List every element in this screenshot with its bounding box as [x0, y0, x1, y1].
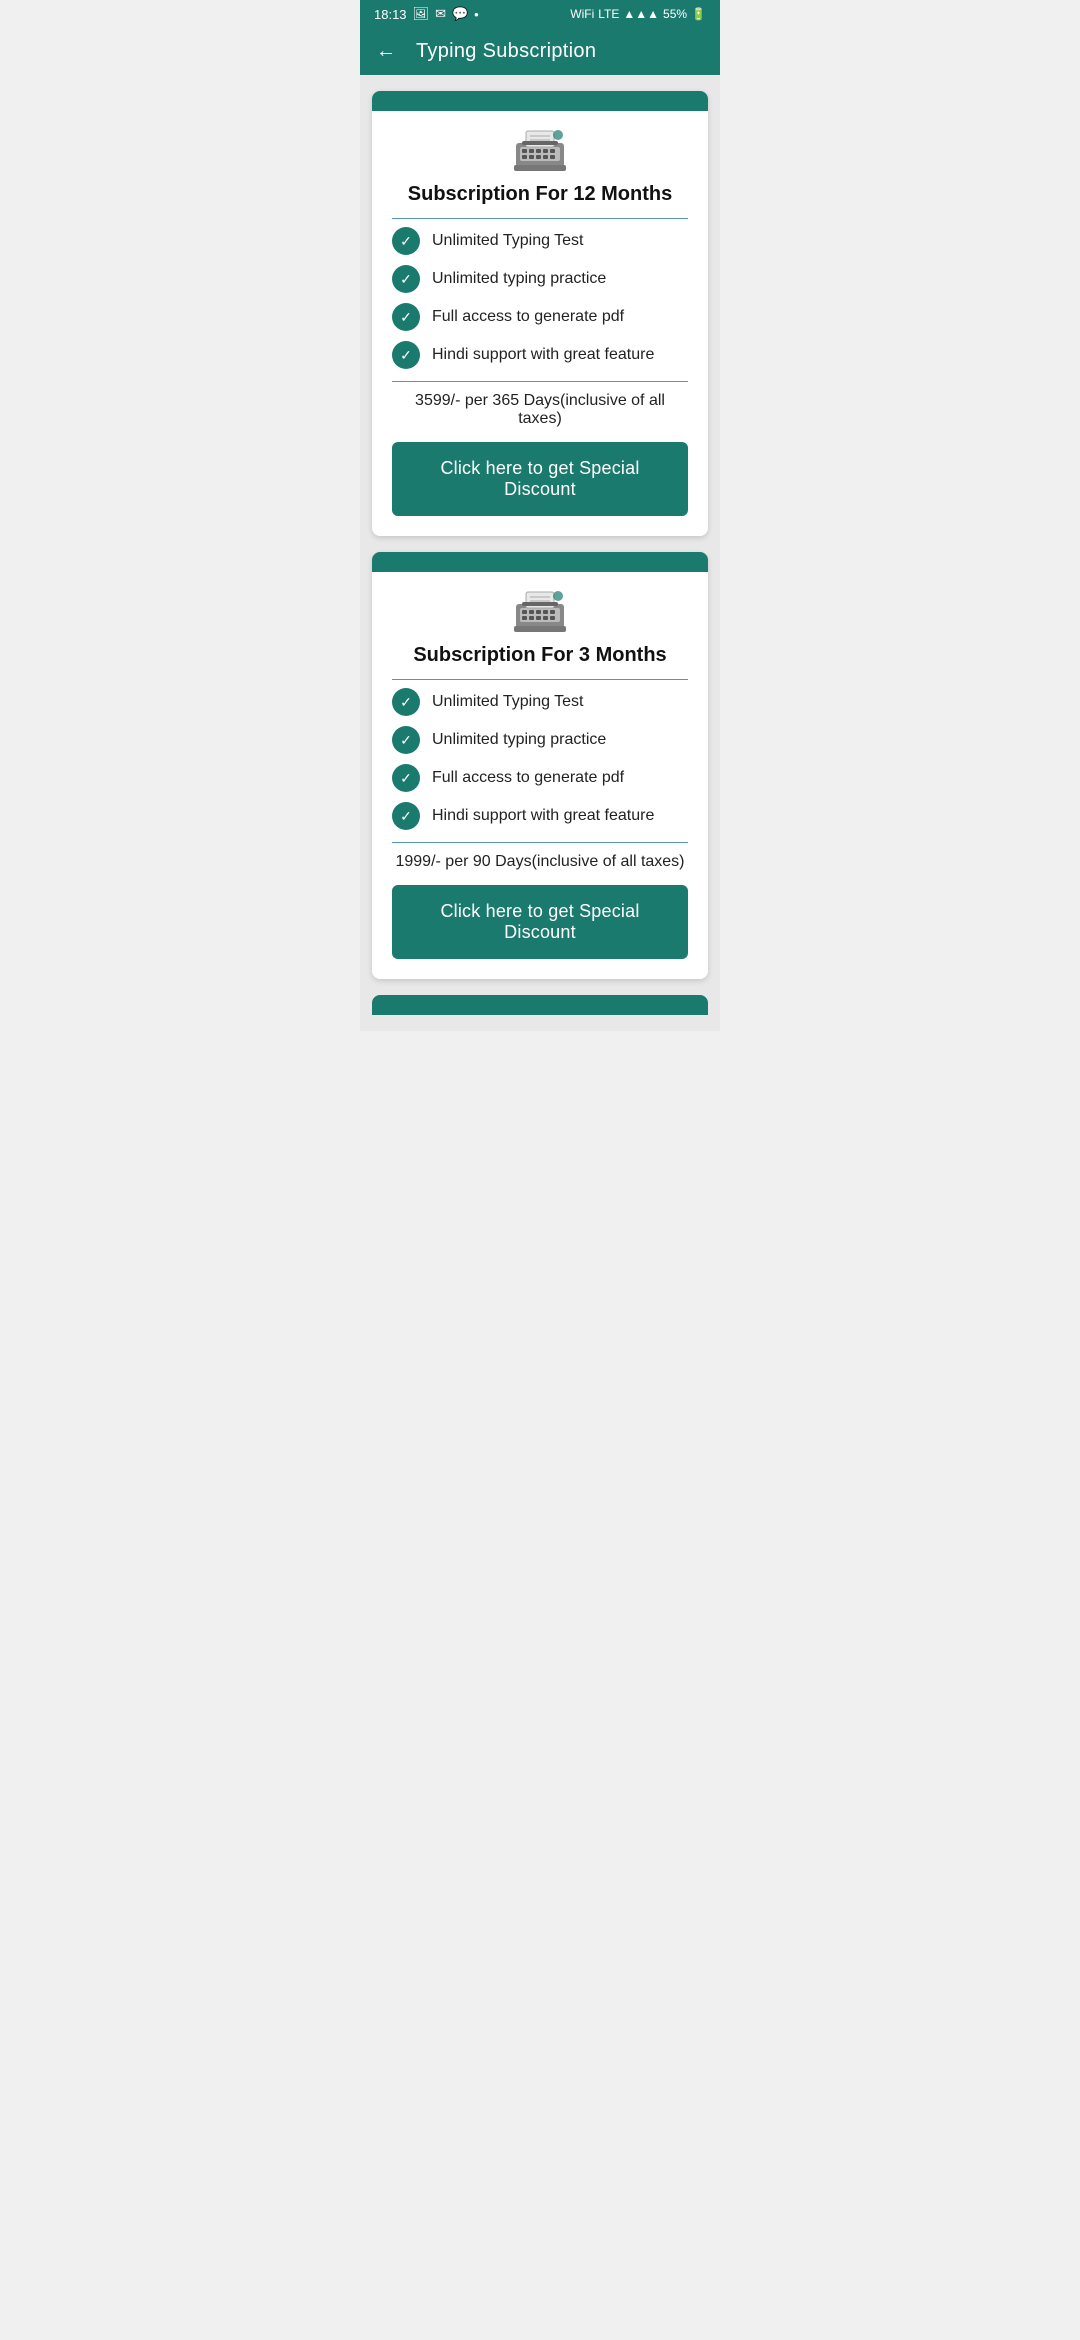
feature-item-1-4: ✓ Hindi support with great feature — [392, 341, 688, 369]
message-icon: 💬 — [452, 6, 468, 22]
feature-item-2-1: ✓ Unlimited Typing Test — [392, 688, 688, 716]
feature-item-1-3: ✓ Full access to generate pdf — [392, 303, 688, 331]
feature-item-1-2: ✓ Unlimited typing practice — [392, 265, 688, 293]
card-body-2: Subscription For 3 Months ✓ Unlimited Ty… — [372, 572, 708, 979]
page-title: Typing Subscription — [416, 40, 596, 63]
feature-item-1-1: ✓ Unlimited Typing Test — [392, 227, 688, 255]
back-button[interactable]: ← — [376, 40, 396, 63]
lte-icon: LTE — [598, 7, 619, 21]
check-icon-1-4: ✓ — [392, 341, 420, 369]
subscription-card-3months: Subscription For 3 Months ✓ Unlimited Ty… — [372, 552, 708, 979]
card-icon-1 — [392, 127, 688, 173]
feature-text-2-1: Unlimited Typing Test — [432, 693, 583, 711]
card-icon-2 — [392, 588, 688, 634]
card-header-bar-2 — [372, 552, 708, 572]
status-left: 18:13 🖼 ✉ 💬 • — [374, 6, 479, 22]
divider-bottom-1 — [392, 381, 688, 382]
feature-text-2-4: Hindi support with great feature — [432, 807, 654, 825]
price-text-1: 3599/- per 365 Days(inclusive of all tax… — [392, 392, 688, 428]
check-icon-2-2: ✓ — [392, 726, 420, 754]
subscription-card-12months: Subscription For 12 Months ✓ Unlimited T… — [372, 91, 708, 536]
feature-list-2: ✓ Unlimited Typing Test ✓ Unlimited typi… — [392, 688, 688, 830]
battery-display: 55% — [663, 7, 687, 21]
feature-text-1-3: Full access to generate pdf — [432, 308, 624, 326]
feature-text-1-4: Hindi support with great feature — [432, 346, 654, 364]
card-title-12months: Subscription For 12 Months — [392, 183, 688, 206]
status-right: WiFi LTE ▲▲▲ 55% 🔋 — [570, 7, 706, 21]
card-header-bar-3-peek — [372, 995, 708, 1015]
feature-item-2-3: ✓ Full access to generate pdf — [392, 764, 688, 792]
card-title-3months: Subscription For 3 Months — [392, 644, 688, 667]
card-header-bar-1 — [372, 91, 708, 111]
discount-button-2[interactable]: Click here to get Special Discount — [392, 885, 688, 959]
check-icon-2-4: ✓ — [392, 802, 420, 830]
card-body-1: Subscription For 12 Months ✓ Unlimited T… — [372, 111, 708, 536]
typewriter-icon-2 — [512, 588, 568, 634]
mail-icon: ✉ — [435, 6, 446, 22]
time-display: 18:13 — [374, 7, 407, 22]
feature-text-2-3: Full access to generate pdf — [432, 769, 624, 787]
divider-top-1 — [392, 218, 688, 219]
check-icon-2-3: ✓ — [392, 764, 420, 792]
top-navigation-bar: ← Typing Subscription — [360, 28, 720, 75]
check-icon-2-1: ✓ — [392, 688, 420, 716]
price-text-2: 1999/- per 90 Days(inclusive of all taxe… — [392, 853, 688, 871]
dot-indicator: • — [474, 7, 479, 22]
feature-text-1-2: Unlimited typing practice — [432, 270, 606, 288]
discount-button-1[interactable]: Click here to get Special Discount — [392, 442, 688, 516]
feature-item-2-2: ✓ Unlimited typing practice — [392, 726, 688, 754]
check-icon-1-3: ✓ — [392, 303, 420, 331]
wifi-icon: WiFi — [570, 7, 594, 21]
feature-text-2-2: Unlimited typing practice — [432, 731, 606, 749]
divider-bottom-2 — [392, 842, 688, 843]
check-icon-1-1: ✓ — [392, 227, 420, 255]
battery-icon: 🔋 — [691, 7, 706, 21]
feature-text-1-1: Unlimited Typing Test — [432, 232, 583, 250]
feature-list-1: ✓ Unlimited Typing Test ✓ Unlimited typi… — [392, 227, 688, 369]
feature-item-2-4: ✓ Hindi support with great feature — [392, 802, 688, 830]
divider-top-2 — [392, 679, 688, 680]
photo-icon: 🖼 — [413, 6, 430, 22]
typewriter-icon-1 — [512, 127, 568, 173]
signal-icon: ▲▲▲ — [623, 7, 659, 21]
main-content: Subscription For 12 Months ✓ Unlimited T… — [360, 75, 720, 1031]
status-bar: 18:13 🖼 ✉ 💬 • WiFi LTE ▲▲▲ 55% 🔋 — [360, 0, 720, 28]
check-icon-1-2: ✓ — [392, 265, 420, 293]
